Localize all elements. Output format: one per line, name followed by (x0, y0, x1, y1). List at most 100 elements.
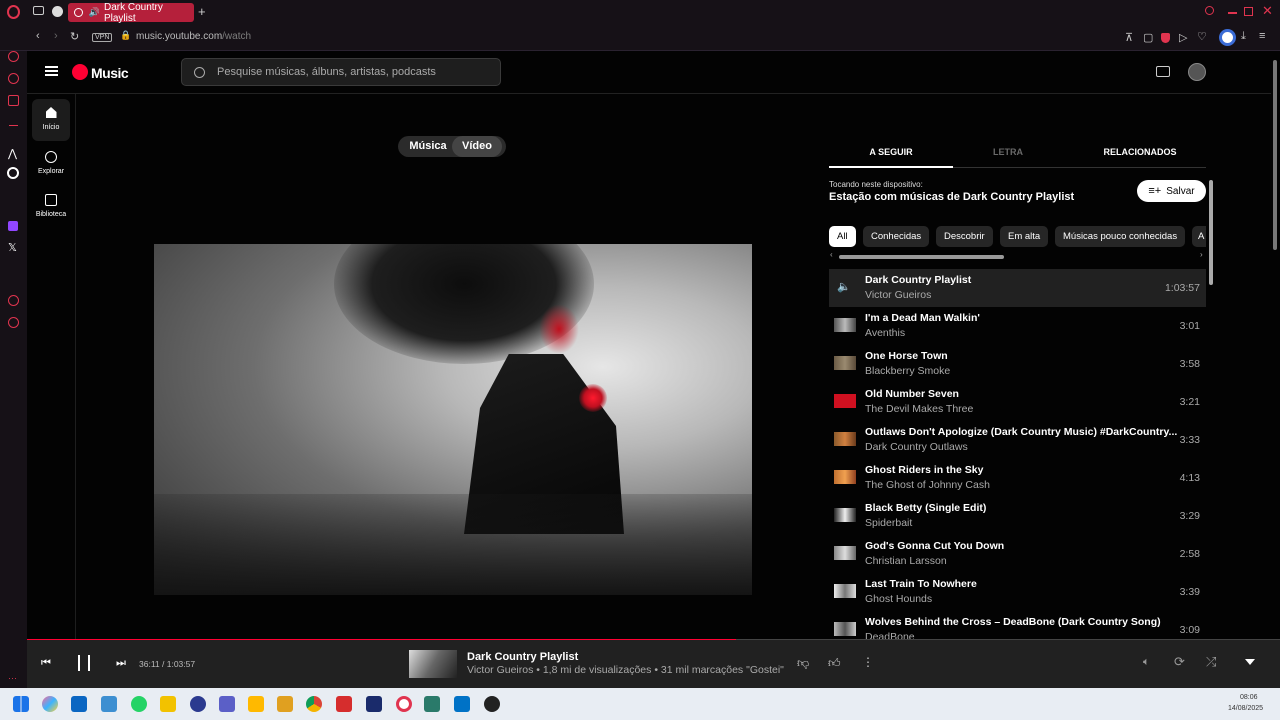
save-button[interactable]: ≡+ Salvar (1137, 180, 1206, 202)
url-field[interactable]: music.youtube.com/watch (136, 31, 251, 42)
video-player[interactable] (154, 244, 752, 595)
tab-active[interactable]: 🔊 Dark Country Playlist (68, 2, 194, 24)
chrome-icon[interactable] (306, 696, 322, 712)
queue-item[interactable]: Ghost Riders in the Sky The Ghost of Joh… (829, 459, 1206, 497)
lock-icon[interactable]: 🔒 (120, 30, 131, 41)
app-icon[interactable] (190, 696, 206, 712)
sidebar-app-icon[interactable] (8, 73, 19, 84)
heart-icon[interactable]: ♡ (1197, 30, 1207, 43)
toggle-song[interactable]: Música (402, 136, 454, 157)
now-playing-thumbnail[interactable] (409, 650, 457, 678)
repeat-icon[interactable]: ⟳ (1174, 654, 1185, 670)
outlook-icon[interactable] (454, 696, 470, 712)
tab-up-next[interactable]: A SEGUIR (829, 147, 953, 157)
chip-scroll-right-icon[interactable]: › (1200, 250, 1203, 259)
volume-icon[interactable]: 🔈︎ (1143, 656, 1150, 669)
opera-logo-icon[interactable] (7, 5, 20, 19)
history-icon[interactable] (8, 295, 19, 306)
reload-icon[interactable]: ↻ (70, 30, 79, 43)
expand-player-icon[interactable] (1245, 659, 1255, 665)
tab-audio-icon[interactable]: 🔊 (89, 7, 100, 18)
now-playing-subtitle[interactable]: Victor Gueiros • 1,8 mi de visualizações… (467, 664, 784, 676)
aria-icon[interactable] (8, 51, 19, 62)
ytmusic-logo-text[interactable]: Music (91, 65, 129, 81)
like-icon[interactable]: 👍︎ (828, 656, 841, 671)
nav-item-home[interactable]: Início (32, 107, 70, 131)
queue-item[interactable]: One Horse Town Blackberry Smoke 3:58 (829, 345, 1206, 383)
app-icon[interactable] (160, 696, 176, 712)
dislike-icon[interactable]: 👎︎ (797, 656, 809, 671)
back-icon[interactable]: ‹ (36, 30, 40, 42)
app-icon[interactable] (71, 696, 87, 712)
play-icon[interactable]: ▷ (1179, 31, 1187, 44)
chip-all[interactable]: All (829, 226, 856, 247)
clock-time[interactable]: 08:06 (1240, 694, 1258, 701)
chip-trending[interactable]: Em alta (1000, 226, 1049, 247)
avatar[interactable] (1188, 63, 1206, 81)
shuffle-icon[interactable]: ⤮ (1206, 654, 1216, 670)
download-icon[interactable]: ⤓ (1241, 30, 1246, 43)
windows-start-icon[interactable] (13, 696, 29, 712)
snapshot-icon[interactable]: ▢ (1143, 31, 1153, 44)
chip-discover[interactable]: Descobrir (936, 226, 993, 247)
queue-item[interactable]: Outlaws Don't Apologize (Dark Country Mu… (829, 421, 1206, 459)
tab-switcher-icon[interactable] (33, 6, 44, 15)
search-tabs-icon[interactable] (1205, 6, 1214, 15)
copilot-icon[interactable] (42, 696, 58, 712)
ytmusic-logo-icon[interactable] (72, 64, 88, 80)
queue-scrollbar[interactable] (1209, 180, 1213, 285)
chip-more[interactable]: A (1192, 226, 1206, 247)
chip-known[interactable]: Conhecidas (863, 226, 930, 247)
tab-lyrics[interactable]: LETRA (946, 147, 1070, 157)
now-playing-title[interactable]: Dark Country Playlist (467, 651, 578, 663)
settings-icon[interactable] (8, 317, 19, 328)
previous-icon[interactable]: ⏮ (41, 657, 51, 670)
forward-icon[interactable]: › (54, 30, 58, 42)
toggle-video[interactable]: Vídeo (452, 136, 502, 157)
new-tab-button[interactable]: + (198, 4, 206, 19)
opera-taskbar-icon[interactable] (396, 696, 412, 712)
vpn-badge[interactable]: VPN (92, 33, 113, 42)
tab-related[interactable]: RELACIONADOS (1078, 147, 1202, 157)
app-icon[interactable] (101, 696, 117, 712)
search-input[interactable]: Pesquise músicas, álbuns, artistas, podc… (181, 58, 501, 86)
queue-item[interactable]: Old Number Seven The Devil Makes Three 3… (829, 383, 1206, 421)
app-icon[interactable] (277, 696, 293, 712)
nav-item-library[interactable]: Biblioteca (32, 194, 70, 218)
app-icon[interactable] (366, 696, 382, 712)
clock-date[interactable]: 14/08/2025 (1228, 705, 1263, 712)
close-button[interactable]: ✕ (1262, 3, 1273, 19)
pin-icon[interactable]: ⊼ (1125, 31, 1133, 44)
hamburger-icon[interactable] (45, 66, 58, 76)
queue-item[interactable]: Last Train To Nowhere Ghost Hounds 3:39 (829, 573, 1206, 611)
chip-lesser-known[interactable]: Músicas pouco conhecidas (1055, 226, 1186, 247)
teams-icon[interactable] (219, 696, 235, 712)
profile-icon[interactable] (1219, 29, 1236, 46)
minimize-button[interactable] (1228, 12, 1237, 14)
chip-scrollbar[interactable] (839, 255, 1004, 259)
nav-item-explore[interactable]: Explorar (32, 151, 70, 175)
maximize-button[interactable] (1244, 7, 1253, 16)
openai-icon[interactable] (7, 167, 19, 179)
more-options-icon[interactable]: ⋮ (862, 655, 874, 669)
twitch-icon[interactable] (8, 221, 18, 231)
sidebar-app-icon[interactable] (8, 95, 19, 106)
next-icon[interactable]: ⏭ (116, 657, 126, 670)
page-scrollbar[interactable] (1273, 60, 1277, 250)
pause-button[interactable] (78, 655, 90, 671)
queue-item[interactable]: I'm a Dead Man Walkin' Aventhis 3:01 (829, 307, 1206, 345)
file-explorer-icon[interactable] (248, 696, 264, 712)
x-icon[interactable]: 𝕏 (8, 241, 17, 254)
chatgpt-icon[interactable]: ⋀ (8, 147, 17, 160)
queue-item[interactable]: Wolves Behind the Cross – DeadBone (Dark… (829, 611, 1206, 640)
menu-icon[interactable]: ≡ (1259, 30, 1265, 42)
app-icon[interactable] (484, 696, 500, 712)
app-icon[interactable] (336, 696, 352, 712)
whatsapp-icon[interactable] (131, 696, 147, 712)
queue-item[interactable]: Black Betty (Single Edit) Spiderbait 3:2… (829, 497, 1206, 535)
app-icon[interactable] (424, 696, 440, 712)
chip-scroll-left-icon[interactable]: ‹ (830, 250, 833, 259)
queue-item[interactable]: God's Gonna Cut You Down Christian Larss… (829, 535, 1206, 573)
shield-icon[interactable] (1161, 33, 1170, 43)
inactive-tab-icon[interactable] (52, 6, 63, 17)
